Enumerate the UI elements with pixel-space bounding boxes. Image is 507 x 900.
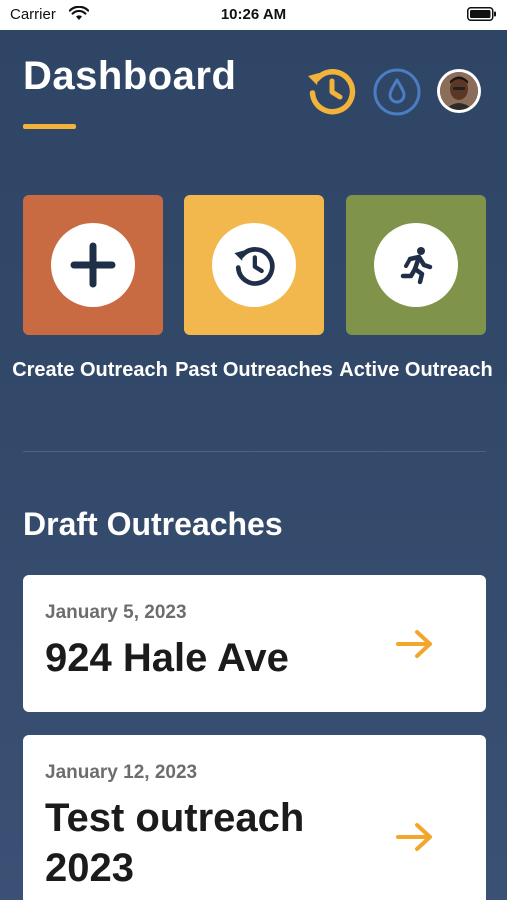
profile-avatar[interactable] (437, 69, 481, 113)
draft-card[interactable]: January 5, 2023 924 Hale Ave (23, 575, 486, 712)
history-icon (308, 68, 356, 115)
title-underline (23, 124, 76, 129)
tile-disc (212, 223, 296, 307)
draft-title: Test outreach 2023 (45, 796, 305, 890)
plus-icon (70, 242, 116, 288)
draft-date: January 12, 2023 (45, 762, 198, 783)
tile-disc (51, 223, 135, 307)
past-outreaches-tile[interactable] (184, 195, 324, 335)
avatar-photo (440, 72, 478, 110)
history-button[interactable] (304, 63, 358, 117)
create-outreach-label[interactable]: Create Outreach (9, 357, 171, 383)
dashboard-screen: Dashboard Create Outreach Past Outreache… (0, 30, 507, 900)
status-bar: Carrier 10:26 AM (0, 0, 507, 30)
draft-outreaches-heading: Draft Outreaches (23, 506, 283, 542)
page-title: Dashboard (23, 54, 237, 98)
history-icon (234, 247, 275, 286)
battery-icon (467, 7, 497, 26)
arrow-right-icon (396, 630, 432, 658)
arrow-right-icon (396, 823, 432, 851)
water-drop-icon (373, 68, 421, 116)
active-outreach-tile[interactable] (346, 195, 486, 335)
water-drop-button[interactable] (373, 68, 421, 116)
tile-disc (374, 223, 458, 307)
draft-card[interactable]: January 12, 2023 Test outreach 2023 (23, 735, 486, 900)
past-outreaches-label[interactable]: Past Outreaches (173, 357, 335, 383)
running-person-icon (400, 247, 433, 285)
active-outreach-label[interactable]: Active Outreach (335, 357, 497, 383)
create-outreach-tile[interactable] (23, 195, 163, 335)
draft-date: January 5, 2023 (45, 602, 187, 623)
section-divider (23, 451, 486, 452)
status-time: 10:26 AM (220, 6, 287, 23)
draft-title: 924 Hale Ave (45, 636, 289, 680)
